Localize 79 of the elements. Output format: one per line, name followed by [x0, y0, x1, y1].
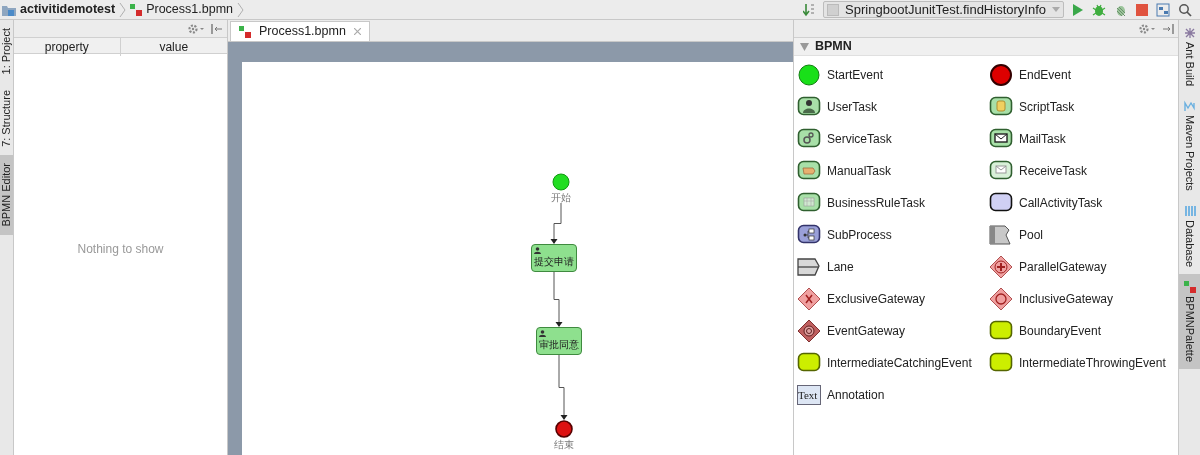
tool-window-tab[interactable]: 1: Project	[0, 20, 13, 83]
palette-group-header[interactable]: BPMN	[794, 38, 1178, 56]
tool-window-tab[interactable]: Ant Build	[1179, 20, 1200, 94]
column-header[interactable]: value	[120, 38, 227, 56]
breadcrumb-chevron-icon	[119, 1, 127, 18]
palette-item[interactable]: StartEvent	[797, 59, 989, 91]
hide-panel-icon[interactable]	[1162, 22, 1174, 35]
tool-window-tab[interactable]: Database	[1179, 197, 1200, 274]
end-event-node	[555, 420, 573, 438]
start-event-icon	[797, 63, 821, 87]
palette-item[interactable]: InclusiveGateway	[989, 283, 1178, 315]
palette-item[interactable]: BusinessRuleTask	[797, 187, 989, 219]
run-configuration-dropdown[interactable]: SpringbootJunitTest.findHistoryInfo	[823, 1, 1064, 18]
node-label: 开始	[551, 192, 571, 203]
editor-tab[interactable]: Process1.bpmn	[230, 21, 370, 41]
event-gateway-icon	[797, 319, 821, 343]
folder-icon	[2, 3, 16, 16]
palette-item[interactable]: Pool	[989, 219, 1178, 251]
settings-icon[interactable]	[1138, 22, 1156, 35]
pool-icon	[989, 223, 1013, 247]
empty-message: Nothing to show	[77, 240, 164, 258]
palette-item[interactable]: BoundaryEvent	[989, 315, 1178, 347]
bpmn-icon	[1183, 280, 1196, 293]
sequence-flow-arrow	[550, 203, 565, 244]
settings-icon[interactable]	[187, 22, 205, 35]
palette-item[interactable]: UserTask	[797, 91, 989, 123]
breadcrumb-item[interactable]: activitidemotest	[20, 0, 116, 19]
tool-window-tab[interactable]: 7: Structure	[0, 82, 13, 156]
database-icon	[1183, 204, 1196, 217]
bpmn-file-icon	[130, 3, 143, 16]
column-header[interactable]: property	[14, 38, 121, 56]
node-label: 提交申请	[534, 255, 574, 267]
palette-item[interactable]: SubProcess	[797, 219, 989, 251]
inclusive-gateway-icon	[989, 287, 1013, 311]
palette-item[interactable]: ServiceTask	[797, 123, 989, 155]
palette-item[interactable]: Text Annotation	[797, 379, 989, 411]
config-icon	[827, 3, 840, 16]
palette-item[interactable]: EventGateway	[797, 315, 989, 347]
user-icon	[534, 247, 541, 254]
palette-item[interactable]: ManualTask	[797, 155, 989, 187]
palette-item[interactable]: Lane	[797, 251, 989, 283]
close-icon[interactable]	[353, 28, 361, 35]
sequence-flow-arrow	[555, 355, 568, 420]
maven-icon	[1183, 100, 1196, 113]
annotation-icon: Text	[797, 385, 821, 405]
palette-item[interactable]: EndEvent	[989, 59, 1178, 91]
stop-icon[interactable]	[1136, 3, 1148, 16]
run-icon[interactable]	[1072, 2, 1084, 17]
palette-item[interactable]: ExclusiveGateway	[797, 283, 989, 315]
user-icon	[539, 330, 546, 337]
palette-item[interactable]: ScriptTask	[989, 91, 1178, 123]
tool-window-tab[interactable]: Maven Projects	[1179, 93, 1200, 198]
ant-icon	[1183, 27, 1196, 39]
breadcrumb-item[interactable]: Process1.bpmn	[146, 0, 234, 19]
palette-item[interactable]: IntermediateThrowingEvent	[989, 347, 1178, 379]
start-event-node	[552, 173, 570, 191]
palette-item[interactable]: IntermediateCatchingEvent	[797, 347, 989, 379]
project-structure-icon[interactable]	[1156, 2, 1170, 17]
debug-icon[interactable]	[1092, 2, 1106, 17]
lane-icon	[797, 255, 821, 279]
bpmn-file-icon	[239, 25, 251, 38]
end-event-icon	[989, 63, 1013, 87]
parallel-gateway-icon	[989, 255, 1013, 279]
node-label: 审批同意	[539, 338, 579, 350]
hide-panel-icon[interactable]	[211, 22, 223, 35]
palette-item[interactable]: ParallelGateway	[989, 251, 1178, 283]
palette-item[interactable]: CallActivityTask	[989, 187, 1178, 219]
palette-item[interactable]: MailTask	[989, 123, 1178, 155]
tool-window-tab[interactable]: BPMNPalette	[1179, 273, 1200, 369]
caret-icon	[1052, 6, 1060, 13]
exclusive-gateway-icon	[797, 287, 821, 311]
palette-item[interactable]: ReceiveTask	[989, 155, 1178, 187]
tool-window-tab[interactable]: BPMN Editor	[0, 155, 13, 235]
search-icon[interactable]	[1178, 2, 1192, 17]
collapse-arrow-icon[interactable]	[800, 42, 809, 51]
sort-icon[interactable]	[803, 2, 816, 17]
breadcrumb-chevron-icon	[237, 1, 245, 18]
node-label: 结束	[554, 439, 574, 450]
sequence-flow-arrow	[550, 272, 563, 327]
